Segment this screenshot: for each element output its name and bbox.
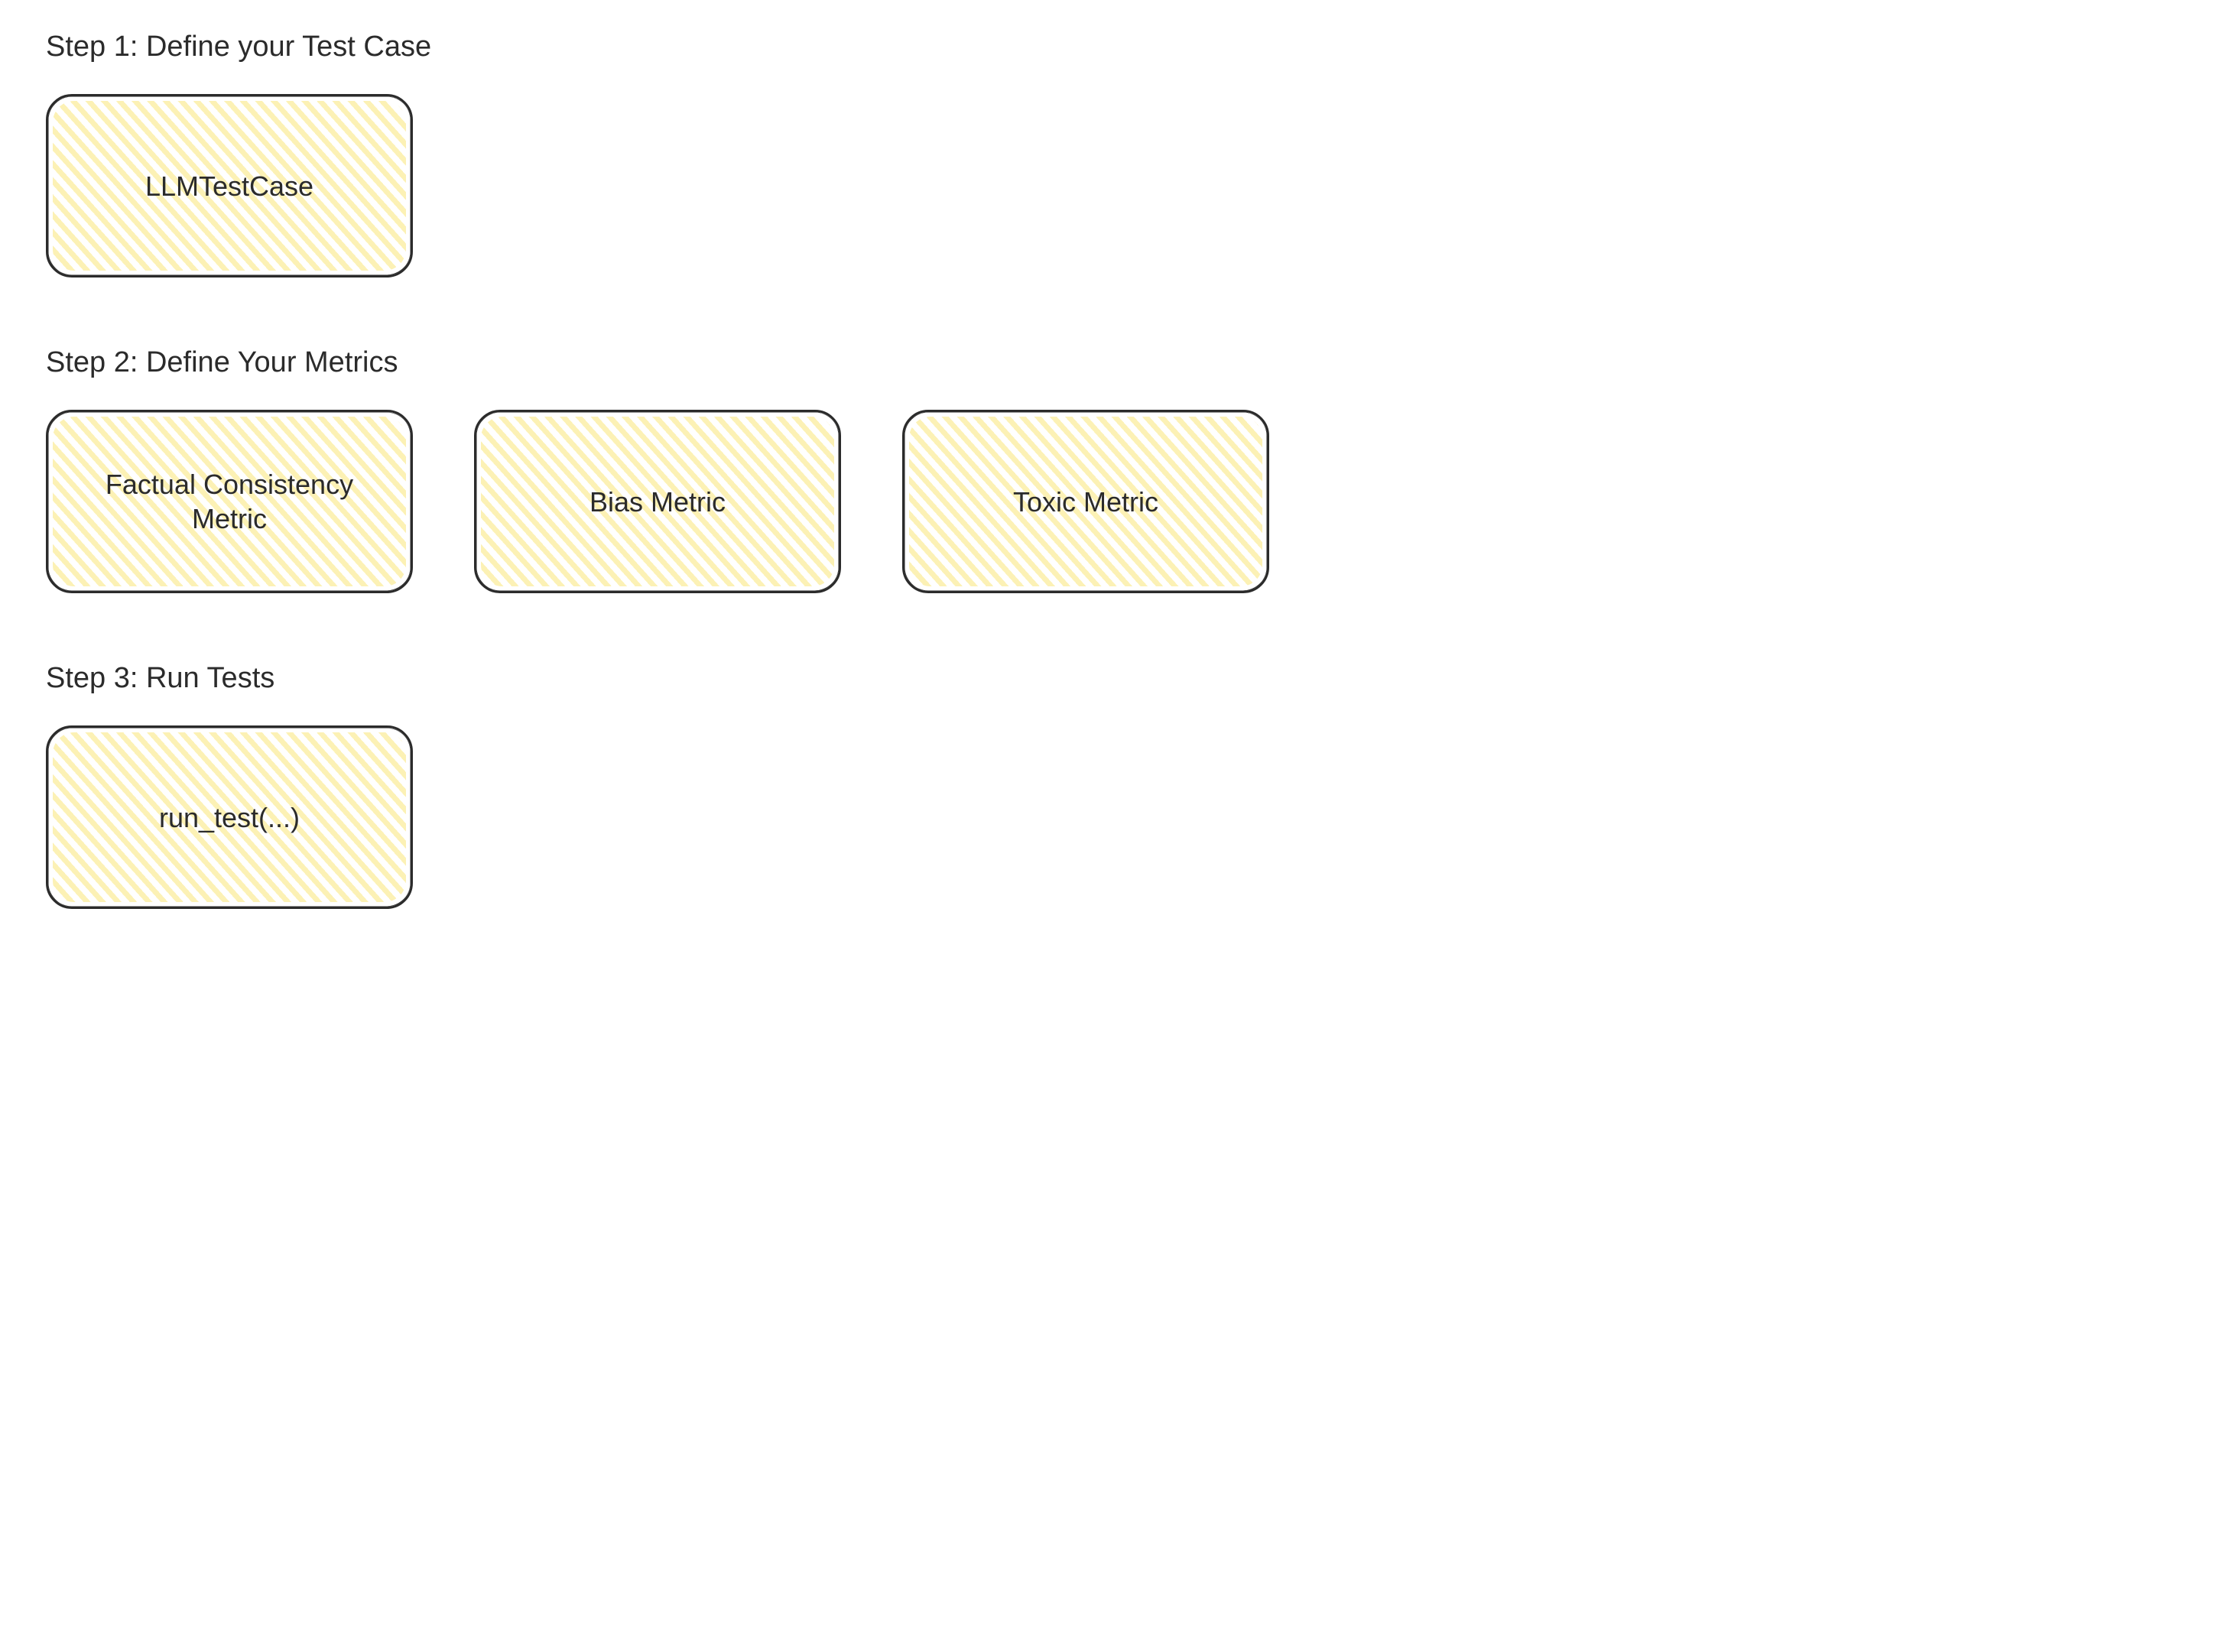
box-llm-test-case-label: LLMTestCase (145, 169, 313, 203)
step-2-row: Factual Consistency Metric Bias Metric T… (46, 410, 2182, 593)
box-factual-consistency-metric: Factual Consistency Metric (46, 410, 413, 593)
box-run-test: run_test(...) (46, 725, 413, 909)
box-toxic-metric-label: Toxic Metric (1013, 485, 1158, 519)
step-3-heading: Step 3: Run Tests (46, 662, 2182, 695)
step-1-heading: Step 1: Define your Test Case (46, 31, 2182, 63)
box-factual-consistency-metric-label: Factual Consistency Metric (68, 467, 391, 536)
box-llm-test-case: LLMTestCase (46, 94, 413, 277)
box-bias-metric-label: Bias Metric (589, 485, 726, 519)
step-2-heading: Step 2: Define Your Metrics (46, 346, 2182, 379)
step-1-row: LLMTestCase (46, 94, 2182, 277)
step-3-row: run_test(...) (46, 725, 2182, 909)
box-run-test-label: run_test(...) (159, 800, 300, 835)
box-bias-metric: Bias Metric (474, 410, 841, 593)
box-toxic-metric: Toxic Metric (902, 410, 1269, 593)
